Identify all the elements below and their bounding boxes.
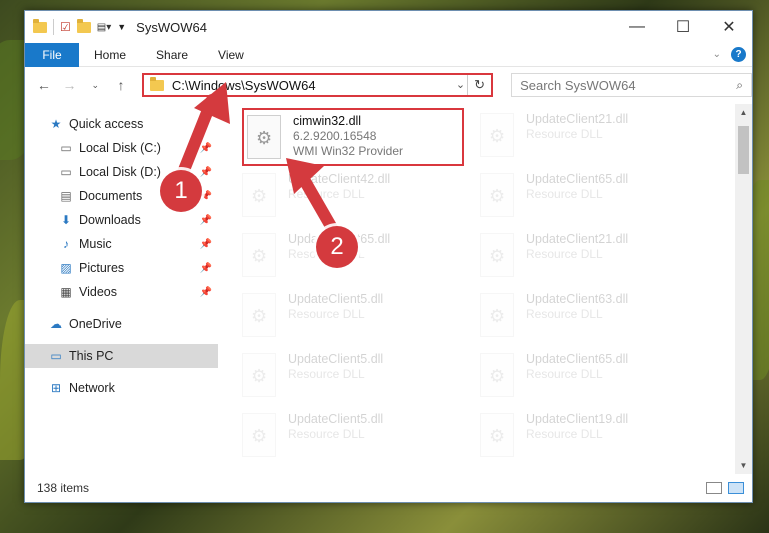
file-item[interactable]: UpdateClient65.dllResource DLL [480, 168, 710, 224]
window-controls: — ☐ ✕ [614, 11, 752, 43]
sidebar-item-downloads[interactable]: ⬇ Downloads 📌 [25, 208, 218, 232]
sidebar-item-pictures[interactable]: ▨ Pictures 📌 [25, 256, 218, 280]
tab-view[interactable]: View [203, 48, 259, 62]
vertical-scrollbar[interactable]: ▲ ▼ [735, 104, 752, 474]
back-icon[interactable]: ← [33, 77, 55, 93]
dll-file-icon [242, 413, 276, 457]
sidebar-item-music[interactable]: ♪ Music 📌 [25, 232, 218, 256]
dll-file-icon [480, 413, 514, 457]
forward-icon[interactable]: → [59, 77, 81, 93]
dll-file-icon [480, 353, 514, 397]
dll-file-icon [480, 233, 514, 277]
quick-access-toolbar: ☑ ▤▾ ▼ [25, 18, 126, 35]
large-icons-view-icon[interactable] [728, 482, 744, 494]
dll-file-icon [242, 353, 276, 397]
dll-file-icon [242, 293, 276, 337]
refresh-icon[interactable]: ↻ [467, 75, 491, 95]
folder-icon [33, 18, 47, 33]
scroll-down-icon[interactable]: ▼ [735, 461, 752, 470]
details-view-icon[interactable] [706, 482, 722, 494]
recent-locations-icon[interactable]: ⌄ [84, 80, 106, 91]
expand-ribbon-icon[interactable]: ⌄ [713, 49, 721, 60]
file-item[interactable]: UpdateClient21.dllResource DLL [480, 228, 710, 284]
file-item[interactable]: UpdateClient5.dllResource DLL [242, 408, 472, 464]
drive-icon: ▭ [60, 165, 72, 179]
search-input[interactable]: Search SysWOW64 ⌕ [511, 73, 753, 97]
close-button[interactable]: ✕ [706, 11, 752, 43]
help-icon[interactable]: ? [731, 47, 746, 62]
sidebar-item-videos[interactable]: ▦ Videos 📌 [25, 280, 218, 304]
new-folder-icon[interactable] [76, 18, 91, 33]
file-item[interactable]: UpdateClient5.dllResource DLL [242, 348, 472, 404]
search-placeholder: Search SysWOW64 [520, 77, 636, 93]
dll-file-icon [480, 113, 514, 157]
item-count: 138 items [37, 481, 90, 495]
network-icon: ⊞ [50, 381, 62, 395]
pin-icon: 📌 [199, 262, 212, 274]
sidebar-item-this-pc[interactable]: ▭ This PC [25, 344, 218, 368]
dll-file-icon [242, 233, 276, 277]
file-item[interactable]: UpdateClient19.dllResource DLL [480, 408, 710, 464]
file-item[interactable]: UpdateClient21.dllResource DLL [480, 108, 710, 164]
documents-icon: ▤ [60, 189, 72, 203]
pictures-icon: ▨ [60, 261, 72, 275]
navigation-bar: ← → ⌄ ↑ C:\Windows\SysWOW64 ⌄ ↻ Search S… [25, 67, 753, 103]
star-icon: ★ [50, 117, 62, 131]
computer-icon: ▭ [50, 349, 62, 363]
file-item[interactable]: UpdateClient5.dllResource DLL [242, 288, 472, 344]
file-item[interactable]: UpdateClient63.dllResource DLL [480, 288, 710, 344]
scroll-up-icon[interactable]: ▲ [735, 108, 752, 117]
tab-home[interactable]: Home [79, 48, 141, 62]
tab-share[interactable]: Share [141, 48, 203, 62]
sidebar-item-network[interactable]: ⊞ Network [25, 376, 218, 400]
dll-file-icon [480, 293, 514, 337]
search-icon: ⌕ [736, 77, 744, 92]
properties-icon[interactable]: ☑ [60, 20, 71, 34]
sidebar-item-onedrive[interactable]: ☁ OneDrive [25, 312, 218, 336]
scroll-thumb[interactable] [738, 126, 749, 174]
status-bar: 138 items [25, 474, 752, 502]
pin-icon: 📌 [199, 238, 212, 250]
title-bar: ☑ ▤▾ ▼ SysWOW64 — ☐ ✕ [25, 11, 752, 43]
step-2-badge: 2 [316, 226, 358, 268]
tab-file[interactable]: File [25, 42, 79, 67]
videos-icon: ▦ [60, 285, 72, 299]
step-1-badge: 1 [160, 170, 202, 212]
up-icon[interactable]: ↑ [110, 77, 132, 93]
music-icon: ♪ [63, 237, 69, 251]
address-dropdown-icon[interactable]: ⌄ [456, 78, 465, 91]
minimize-button[interactable]: — [614, 11, 660, 43]
cloud-icon: ☁ [50, 317, 62, 331]
customize-toolbar-icon[interactable]: ▤▾ [97, 22, 111, 33]
maximize-button[interactable]: ☐ [660, 11, 706, 43]
drive-icon: ▭ [60, 141, 72, 155]
file-item[interactable]: UpdateClient65.dllResource DLL [480, 348, 710, 404]
ribbon-tabs: File Home Share View ⌄ ? [25, 42, 752, 67]
window-title: SysWOW64 [136, 19, 207, 35]
dll-file-icon [480, 173, 514, 217]
pin-icon: 📌 [199, 286, 212, 298]
toolbar-dropdown-icon[interactable]: ▼ [117, 22, 126, 32]
pin-icon: 📌 [199, 214, 212, 226]
download-icon: ⬇ [60, 213, 72, 227]
